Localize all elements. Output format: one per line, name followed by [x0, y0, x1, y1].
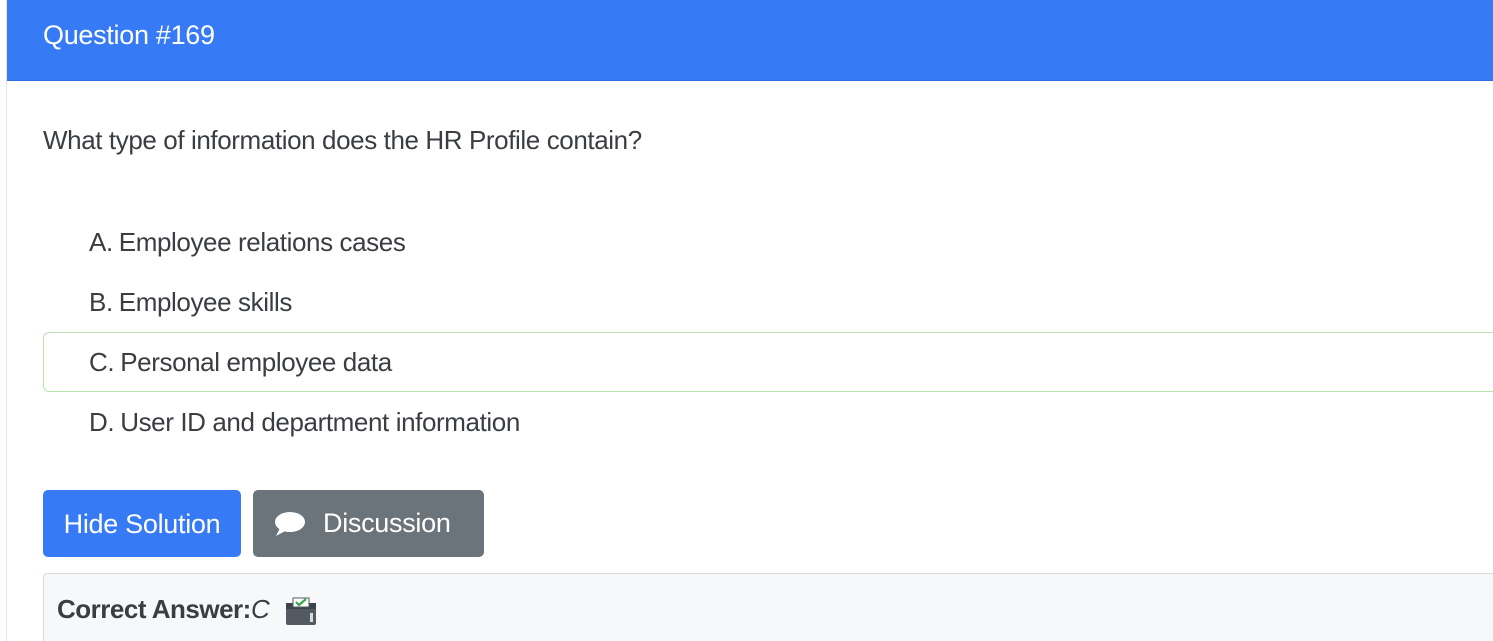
question-text: What type of information does the HR Pro… [43, 125, 642, 155]
answer-panel: Correct Answer: C [43, 573, 1493, 641]
choice-text: Personal employee data [120, 347, 392, 377]
choice-text: Employee skills [118, 287, 293, 317]
choice-letter: D. [89, 407, 115, 437]
correct-answer-value: C [251, 594, 270, 624]
vote-box-icon[interactable] [284, 595, 318, 627]
chat-bubble-icon [275, 512, 305, 536]
choice-c[interactable]: C. Personal employee data [43, 332, 1493, 392]
discussion-button[interactable]: Discussion [253, 490, 484, 557]
choice-b[interactable]: B. Employee skills [43, 272, 1493, 332]
choice-text: Employee relations cases [118, 227, 406, 257]
choice-list: A. Employee relations cases B. Employee sk… [43, 212, 1493, 452]
choice-letter: B. [89, 287, 113, 317]
hide-solution-button[interactable]: Hide Solution [43, 490, 241, 557]
choice-letter: C. [89, 347, 115, 377]
choice-a[interactable]: A. Employee relations cases [43, 212, 1493, 272]
question-card: Question #169 What type of information d… [6, 0, 1493, 641]
discussion-label: Discussion [323, 508, 451, 538]
correct-answer-label: Correct Answer: [57, 594, 251, 624]
choice-letter: A. [89, 227, 113, 257]
question-header: Question #169 [7, 0, 1493, 81]
choice-d[interactable]: D. User ID and department information [43, 392, 1493, 452]
choice-text: User ID and department information [120, 407, 520, 437]
question-number: Question #169 [43, 20, 215, 50]
